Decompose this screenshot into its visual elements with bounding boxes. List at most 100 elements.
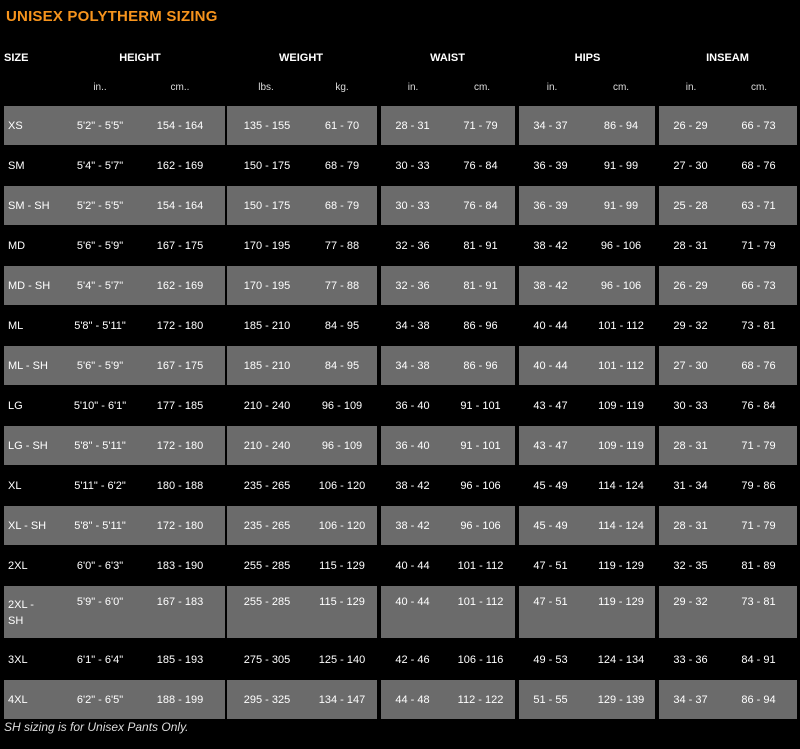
cell-inseam-cm: 71 - 79 bbox=[741, 520, 776, 532]
cell-waist-cm: 96 - 106 bbox=[460, 520, 501, 532]
cell-size: XL - SH bbox=[8, 520, 47, 532]
cell-hips-in: 43 - 47 bbox=[533, 400, 568, 412]
cell-hips-in: 45 - 49 bbox=[533, 520, 568, 532]
cell-inseam-in: 31 - 34 bbox=[673, 480, 708, 492]
cell-waist-cm: 81 - 91 bbox=[463, 240, 498, 252]
cell-waist-in: 36 - 40 bbox=[395, 440, 430, 452]
cell-height-in: 5'4" - 5'7" bbox=[76, 160, 124, 172]
cell-weight-kg: 134 - 147 bbox=[318, 694, 366, 706]
cell-waist-cm: 91 - 101 bbox=[460, 440, 501, 452]
cell-height-cm: 185 - 193 bbox=[156, 654, 204, 666]
cell-height-in: 5'6" - 5'9" bbox=[76, 240, 124, 252]
cell-inseam-cm: 68 - 76 bbox=[741, 160, 776, 172]
page-title: UNISEX POLYTHERM SIZING bbox=[6, 8, 218, 25]
cell-height-in: 5'10" - 6'1" bbox=[73, 400, 127, 412]
cell-weight-kg: 68 - 79 bbox=[324, 160, 360, 172]
cell-size: 3XL bbox=[8, 654, 28, 666]
unit-waist-cm: cm. bbox=[473, 82, 491, 93]
cell-inseam-in: 28 - 31 bbox=[673, 440, 708, 452]
cell-hips-cm: 101 - 112 bbox=[598, 360, 644, 372]
cell-inseam-cm: 84 - 91 bbox=[741, 654, 776, 666]
cell-inseam-cm: 66 - 73 bbox=[741, 120, 776, 132]
unit-inseam-in: in. bbox=[685, 82, 697, 93]
cell-weight-kg: 77 - 88 bbox=[324, 280, 360, 292]
footnote: SH sizing is for Unisex Pants Only. bbox=[4, 720, 189, 734]
cell-hips-in: 47 - 51 bbox=[533, 560, 568, 572]
cell-weight-lbs: 275 - 305 bbox=[243, 654, 291, 666]
cell-weight-lbs: 210 - 240 bbox=[243, 400, 291, 412]
cell-size: SM bbox=[8, 160, 25, 172]
table-row: 3XL 6'1" - 6'4" 185 - 193 275 - 305 125 - 14… bbox=[0, 640, 800, 679]
cell-hips-in: 51 - 55 bbox=[533, 694, 568, 706]
cell-weight-kg: 115 - 129 bbox=[319, 596, 365, 608]
cell-hips-in: 49 - 53 bbox=[533, 654, 568, 666]
cell-waist-cm: 86 - 96 bbox=[463, 320, 498, 332]
cell-height-cm: 167 - 175 bbox=[156, 360, 204, 372]
cell-waist-in: 34 - 38 bbox=[395, 360, 430, 372]
cell-hips-cm: 114 - 124 bbox=[598, 480, 644, 492]
cell-weight-lbs: 170 - 195 bbox=[243, 240, 291, 252]
cell-height-cm: 172 - 180 bbox=[156, 320, 204, 332]
cell-inseam-cm: 81 - 89 bbox=[741, 560, 776, 572]
cell-height-in: 6'1" - 6'4" bbox=[76, 654, 124, 666]
header-inseam: INSEAM bbox=[706, 52, 749, 64]
cell-waist-in: 42 - 46 bbox=[395, 654, 430, 666]
cell-height-cm: 180 - 188 bbox=[156, 480, 204, 492]
cell-waist-in: 34 - 38 bbox=[395, 320, 430, 332]
cell-inseam-in: 30 - 33 bbox=[673, 400, 708, 412]
row-shading bbox=[227, 586, 377, 638]
cell-hips-cm: 86 - 94 bbox=[603, 120, 639, 132]
cell-weight-lbs: 235 - 265 bbox=[243, 520, 291, 532]
unit-waist-in: in. bbox=[407, 82, 419, 93]
cell-inseam-cm: 68 - 76 bbox=[741, 360, 776, 372]
cell-height-in: 6'2" - 6'5" bbox=[76, 694, 124, 706]
cell-waist-cm: 86 - 96 bbox=[463, 360, 498, 372]
cell-inseam-cm: 66 - 73 bbox=[741, 280, 776, 292]
cell-size: MD - SH bbox=[8, 280, 51, 292]
cell-weight-lbs: 150 - 175 bbox=[243, 160, 291, 172]
cell-inseam-cm: 73 - 81 bbox=[741, 596, 776, 608]
unit-hips-cm: cm. bbox=[612, 82, 630, 93]
cell-hips-cm: 91 - 99 bbox=[603, 160, 639, 172]
cell-height-in: 5'8" - 5'11" bbox=[74, 520, 126, 532]
cell-inseam-in: 29 - 32 bbox=[673, 320, 708, 332]
cell-height-cm: 172 - 180 bbox=[156, 440, 204, 452]
cell-waist-cm: 101 - 112 bbox=[457, 596, 504, 608]
row-shading bbox=[659, 586, 797, 638]
cell-height-cm: 162 - 169 bbox=[156, 280, 204, 292]
table-row: 2XL 6'0" - 6'3" 183 - 190 255 - 285 115 - 12… bbox=[0, 546, 800, 585]
cell-size: SM - SH bbox=[8, 200, 50, 212]
cell-weight-kg: 125 - 140 bbox=[318, 654, 366, 666]
cell-size: 2XL - SH bbox=[8, 599, 34, 627]
cell-size: XS bbox=[8, 120, 23, 132]
cell-size: LG bbox=[8, 400, 23, 412]
cell-waist-cm: 76 - 84 bbox=[463, 200, 498, 212]
cell-height-cm: 177 - 185 bbox=[156, 400, 204, 412]
unit-height-cm: cm.. bbox=[170, 82, 190, 93]
cell-waist-in: 30 - 33 bbox=[395, 200, 430, 212]
table-row: ML - SH 5'6" - 5'9" 167 - 175 185 - 210 84 -… bbox=[0, 346, 800, 385]
cell-waist-cm: 112 - 122 bbox=[457, 694, 504, 706]
cell-waist-cm: 96 - 106 bbox=[460, 480, 501, 492]
header-hips: HIPS bbox=[574, 52, 601, 64]
cell-waist-cm: 106 - 116 bbox=[457, 654, 504, 666]
cell-weight-lbs: 150 - 175 bbox=[243, 200, 291, 212]
unit-weight-kg: kg. bbox=[335, 82, 349, 93]
cell-hips-cm: 91 - 99 bbox=[603, 200, 639, 212]
table-row: 2XL - SH 5'9" - 6'0" 167 - 183 255 - 285 115… bbox=[0, 586, 800, 638]
table-row: LG 5'10" - 6'1" 177 - 185 210 - 240 96 - 109… bbox=[0, 386, 800, 425]
cell-waist-in: 38 - 42 bbox=[395, 520, 430, 532]
cell-height-cm: 167 - 183 bbox=[156, 596, 204, 608]
cell-inseam-in: 34 - 37 bbox=[673, 694, 708, 706]
cell-waist-in: 30 - 33 bbox=[395, 160, 430, 172]
cell-waist-in: 36 - 40 bbox=[395, 400, 430, 412]
cell-height-in: 5'11" - 6'2" bbox=[74, 480, 126, 492]
table-row: SM 5'4" - 5'7" 162 - 169 150 - 175 68 - 79 30… bbox=[0, 146, 800, 185]
cell-height-cm: 162 - 169 bbox=[156, 160, 204, 172]
cell-height-in: 5'6" - 5'9" bbox=[76, 360, 124, 372]
cell-hips-in: 45 - 49 bbox=[533, 480, 568, 492]
cell-weight-lbs: 295 - 325 bbox=[243, 694, 291, 706]
cell-weight-lbs: 170 - 195 bbox=[243, 280, 291, 292]
table-row: 4XL 6'2" - 6'5" 188 - 199 295 - 325 134 - 14… bbox=[0, 680, 800, 719]
cell-weight-kg: 96 - 109 bbox=[321, 440, 363, 452]
